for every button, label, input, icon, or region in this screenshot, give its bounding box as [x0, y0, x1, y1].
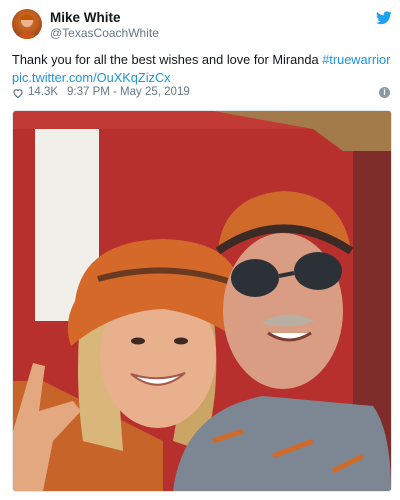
display-name[interactable]: Mike White [50, 10, 121, 25]
tweet-meta: 14.3K 9:37 PM - May 25, 2019 i [12, 86, 392, 102]
tweet-header: Mike White @TexasCoachWhite [12, 9, 392, 43]
tweet-text: Thank you for all the best wishes and lo… [12, 51, 392, 87]
user-handle[interactable]: @TexasCoachWhite [50, 26, 159, 40]
heart-icon[interactable] [12, 87, 24, 99]
avatar[interactable] [12, 9, 42, 39]
tweet-card: Mike White @TexasCoachWhite Thank you fo… [0, 0, 400, 500]
hashtag-link[interactable]: #truewarrior [322, 52, 390, 67]
info-icon[interactable]: i [379, 87, 390, 98]
tweet-body: Thank you for all the best wishes and lo… [12, 52, 323, 67]
pic-link[interactable]: pic.twitter.com/OuXKqZizCx [12, 70, 171, 85]
tweet-photo[interactable] [12, 110, 392, 492]
avatar-photo [17, 14, 37, 39]
timestamp[interactable]: 9:37 PM - May 25, 2019 [67, 86, 190, 98]
selfie-image [13, 111, 391, 491]
like-count[interactable]: 14.3K [28, 86, 58, 98]
twitter-bird-icon[interactable] [376, 11, 392, 25]
